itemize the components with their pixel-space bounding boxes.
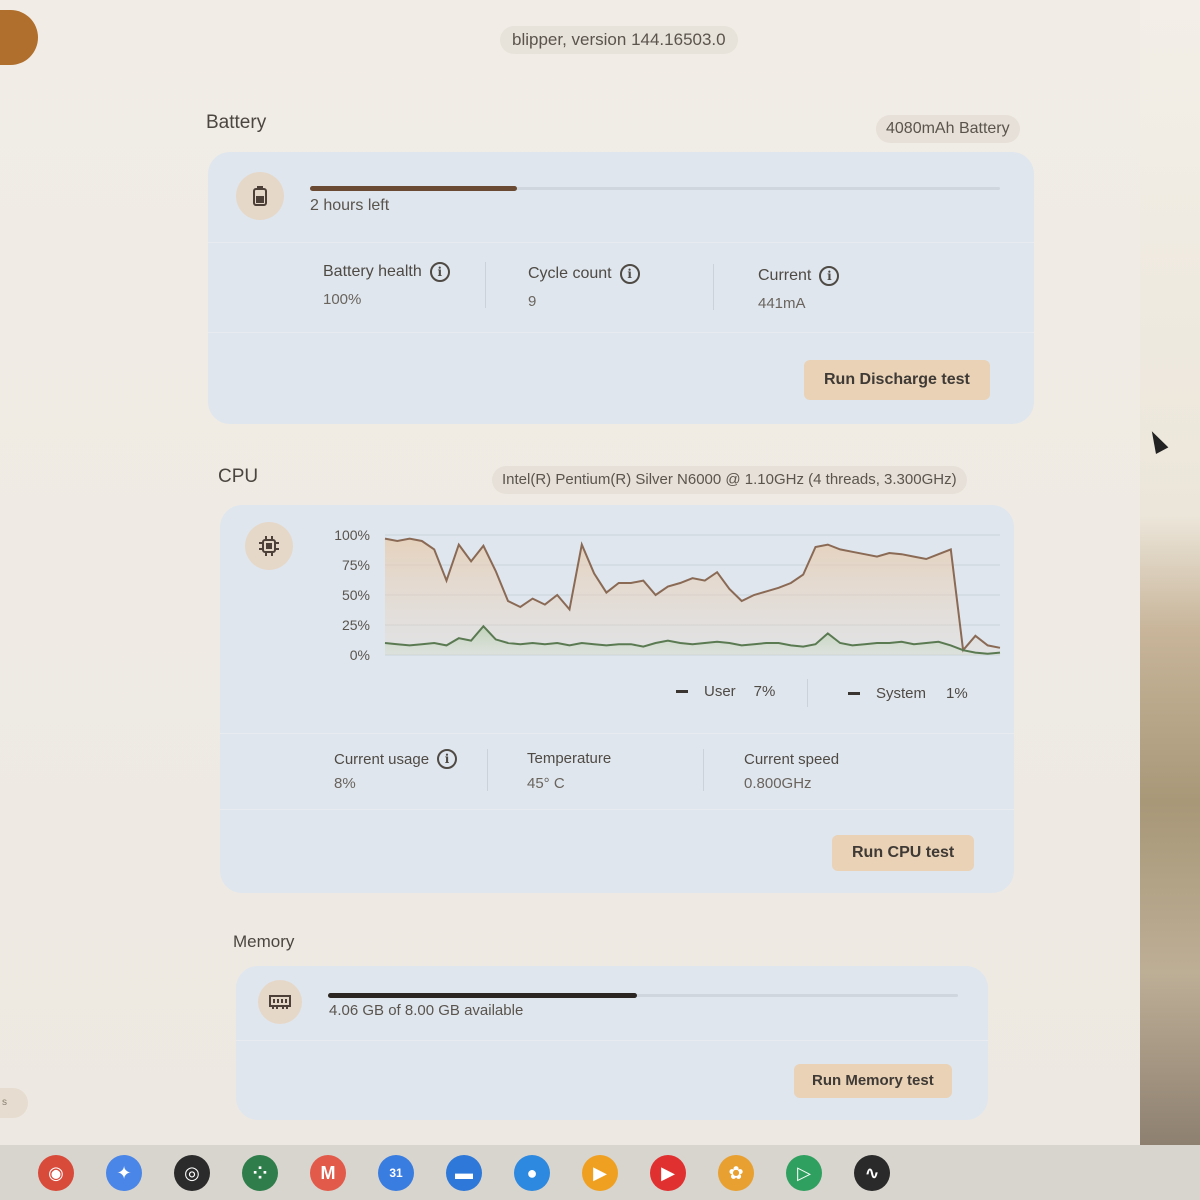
- current-speed-value: 0.800GHz: [744, 775, 812, 792]
- run-cpu-test-button[interactable]: Run CPU test: [832, 835, 975, 871]
- memory-usage-fill: [328, 993, 637, 998]
- photos-icon[interactable]: ✿: [718, 1155, 754, 1191]
- files-icon[interactable]: ▬: [446, 1155, 482, 1191]
- divider: [807, 679, 808, 707]
- legend-user-swatch: [676, 690, 688, 693]
- chat-icon[interactable]: ●: [514, 1155, 550, 1191]
- legend-system-swatch: [848, 692, 860, 695]
- legend-system: System 1%: [848, 685, 968, 702]
- y-tick-label: 25%: [342, 617, 370, 633]
- legend-user: User 7%: [676, 683, 775, 700]
- battery-icon: [236, 172, 284, 220]
- divider: [236, 1040, 988, 1041]
- divider: [208, 242, 1034, 243]
- cpu-model-chip: Intel(R) Pentium(R) Silver N6000 @ 1.10G…: [492, 466, 967, 494]
- memory-icon: [258, 980, 302, 1024]
- temperature-value: 45° C: [527, 775, 565, 792]
- y-tick-label: 100%: [334, 527, 370, 543]
- info-icon[interactable]: i: [619, 264, 640, 284]
- temperature-label: Temperature: [527, 750, 612, 767]
- current-label: Current i: [758, 266, 840, 286]
- legend-system-value: 1%: [946, 685, 968, 702]
- chrome-icon[interactable]: ◉: [38, 1155, 74, 1191]
- info-icon[interactable]: i: [819, 266, 840, 286]
- info-icon[interactable]: i: [429, 262, 450, 282]
- info-icon[interactable]: i: [437, 749, 458, 769]
- y-tick-label: 50%: [342, 587, 370, 603]
- battery-level-fill: [310, 186, 517, 191]
- desktop-wallpaper: [1140, 0, 1200, 1145]
- battery-section-title: Battery: [206, 112, 267, 133]
- diagnostics-icon[interactable]: ∿: [854, 1155, 890, 1191]
- divider: [713, 264, 714, 310]
- run-discharge-test-button[interactable]: Run Discharge test: [804, 360, 990, 400]
- battery-capacity-chip: 4080mAh Battery: [876, 115, 1020, 143]
- memory-section-title: Memory: [233, 932, 295, 951]
- divider: [220, 733, 1014, 734]
- battery-time-left: 2 hours left: [310, 197, 390, 214]
- divider: [220, 809, 1014, 810]
- memory-card: 4.06 GB of 8.00 GB available Run Memory …: [236, 966, 988, 1120]
- y-tick-label: 75%: [342, 557, 370, 573]
- cpu-section-title: CPU: [218, 466, 259, 487]
- assistant-icon[interactable]: ✦: [106, 1155, 142, 1191]
- cast-icon[interactable]: ◎: [174, 1155, 210, 1191]
- run-memory-test-button[interactable]: Run Memory test: [794, 1064, 952, 1098]
- youtube-icon[interactable]: ▶: [650, 1155, 686, 1191]
- battery-card: 2 hours left Battery health i 100% Cycle …: [208, 152, 1034, 424]
- legend-user-value: 7%: [753, 683, 776, 700]
- current-speed-label: Current speed: [744, 751, 840, 768]
- meet-icon[interactable]: ▶: [582, 1155, 618, 1191]
- memory-available-text: 4.06 GB of 8.00 GB available: [329, 1002, 524, 1019]
- launcher-icon[interactable]: ⁘: [242, 1155, 278, 1191]
- gmail-icon[interactable]: M: [310, 1155, 346, 1191]
- y-tick-label: 0%: [350, 647, 370, 663]
- divider: [485, 262, 486, 308]
- cycle-count-label: Cycle count i: [528, 264, 640, 284]
- battery-health-label: Battery health i: [323, 262, 450, 282]
- cycle-count-value: 9: [528, 293, 537, 310]
- current-value: 441mA: [758, 295, 806, 312]
- divider: [487, 749, 488, 791]
- current-usage-label: Current usage i: [334, 749, 458, 769]
- legend-system-label: System: [876, 685, 927, 702]
- battery-health-value: 100%: [323, 291, 362, 308]
- version-chip: blipper, version 144.16503.0: [500, 26, 738, 54]
- cpu-usage-chart: 100% 75% 50% 25% 0%: [334, 527, 1001, 663]
- legend-user-label: User: [704, 683, 736, 700]
- divider: [208, 332, 1034, 333]
- battery-level-bar: [310, 186, 1000, 191]
- play-store-icon[interactable]: ▷: [786, 1155, 822, 1191]
- divider: [703, 749, 704, 791]
- memory-usage-bar: [328, 993, 958, 998]
- current-usage-value: 8%: [334, 775, 356, 792]
- cpu-card: 100% 75% 50% 25% 0% User 7% System 1% Curren…: [220, 505, 1014, 893]
- calendar-icon[interactable]: 31: [378, 1155, 414, 1191]
